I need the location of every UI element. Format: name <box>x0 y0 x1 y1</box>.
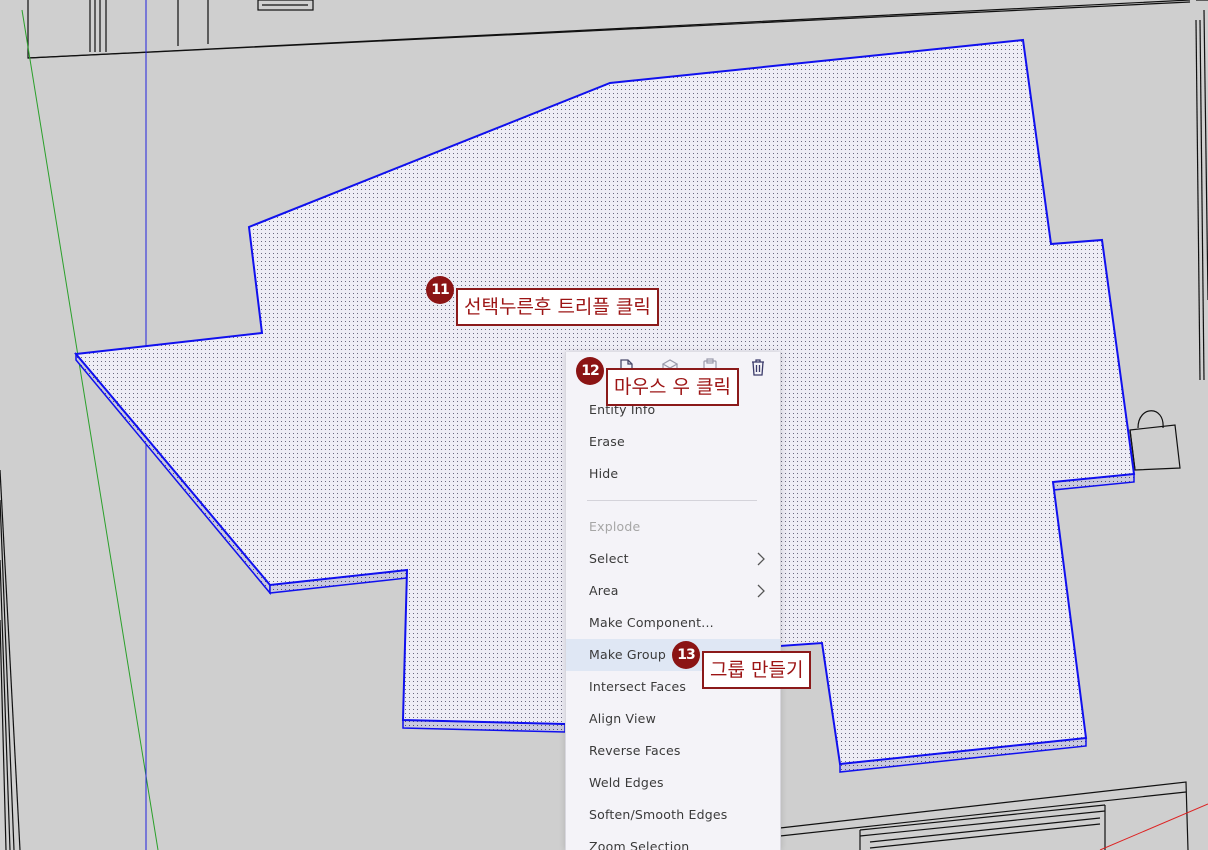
menu-item-label: Soften/Smooth Edges <box>589 807 728 822</box>
menu-item-explode: Explode <box>566 511 780 543</box>
delete-icon[interactable] <box>747 356 769 378</box>
context-menu: Entity Info Erase Hide Explode Select Ar… <box>565 352 781 850</box>
menu-item-label: Zoom Selection <box>589 839 690 850</box>
chevron-right-icon <box>757 552 765 566</box>
menu-item-label: Reverse Faces <box>589 743 681 758</box>
menu-item-hide[interactable]: Hide <box>566 458 780 490</box>
annotation-callout-13: 그룹 만들기 <box>702 651 812 689</box>
step-badge-12: 12 <box>576 357 604 385</box>
menu-item-label: Select <box>589 551 629 566</box>
red-axis <box>1099 803 1208 850</box>
menu-divider <box>587 500 757 501</box>
step-badge-13: 13 <box>672 641 700 669</box>
menu-item-reverse-faces[interactable]: Reverse Faces <box>566 735 780 767</box>
menu-item-area[interactable]: Area <box>566 575 780 607</box>
annotation-callout-12: 마우스 우 클릭 <box>606 368 739 406</box>
menu-item-label: Weld Edges <box>589 775 664 790</box>
menu-item-select[interactable]: Select <box>566 543 780 575</box>
menu-item-zoom-selection[interactable]: Zoom Selection <box>566 831 780 850</box>
menu-item-label: Erase <box>589 434 625 449</box>
menu-item-label: Hide <box>589 466 619 481</box>
menu-item-erase[interactable]: Erase <box>566 426 780 458</box>
step-badge-11: 11 <box>426 276 454 304</box>
menu-item-label: Align View <box>589 711 656 726</box>
menu-item-label: Explode <box>589 519 641 534</box>
menu-item-label: Make Component... <box>589 615 714 630</box>
menu-item-weld-edges[interactable]: Weld Edges <box>566 767 780 799</box>
menu-item-label: Area <box>589 583 619 598</box>
menu-item-label: Intersect Faces <box>589 679 687 694</box>
annotation-callout-11: 선택누른후 트리플 클릭 <box>456 288 659 326</box>
menu-item-label: Make Group <box>589 647 666 662</box>
chevron-right-icon <box>757 584 765 598</box>
menu-item-soften-smooth-edges[interactable]: Soften/Smooth Edges <box>566 799 780 831</box>
menu-item-make-component[interactable]: Make Component... <box>566 607 780 639</box>
menu-item-align-view[interactable]: Align View <box>566 703 780 735</box>
